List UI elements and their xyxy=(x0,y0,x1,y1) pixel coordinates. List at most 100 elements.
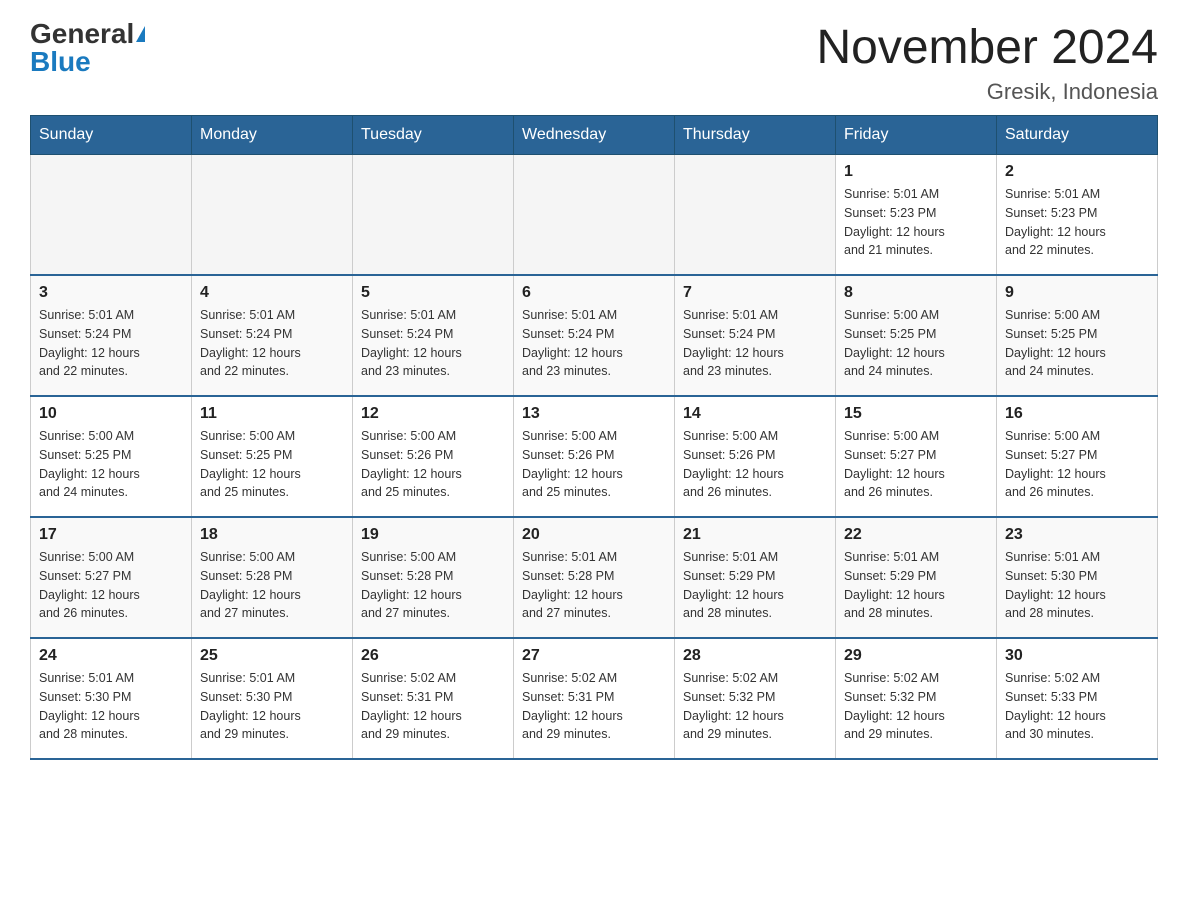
day-number: 4 xyxy=(200,284,344,302)
calendar-header-row: SundayMondayTuesdayWednesdayThursdayFrid… xyxy=(31,116,1158,155)
day-number: 17 xyxy=(39,526,183,544)
title-block: November 2024 Gresik, Indonesia xyxy=(816,20,1158,105)
day-info: Sunrise: 5:01 AMSunset: 5:29 PMDaylight:… xyxy=(683,548,827,623)
calendar-cell xyxy=(31,155,192,276)
day-info: Sunrise: 5:00 AMSunset: 5:28 PMDaylight:… xyxy=(200,548,344,623)
day-info: Sunrise: 5:00 AMSunset: 5:26 PMDaylight:… xyxy=(683,427,827,502)
day-info: Sunrise: 5:00 AMSunset: 5:25 PMDaylight:… xyxy=(844,306,988,381)
header-day-wednesday: Wednesday xyxy=(514,116,675,155)
calendar-cell xyxy=(514,155,675,276)
day-info: Sunrise: 5:00 AMSunset: 5:27 PMDaylight:… xyxy=(844,427,988,502)
day-info: Sunrise: 5:00 AMSunset: 5:25 PMDaylight:… xyxy=(1005,306,1149,381)
header-day-monday: Monday xyxy=(192,116,353,155)
calendar-cell: 15 Sunrise: 5:00 AMSunset: 5:27 PMDayligh… xyxy=(836,396,997,517)
day-number: 24 xyxy=(39,647,183,665)
day-info: Sunrise: 5:00 AMSunset: 5:26 PMDaylight:… xyxy=(522,427,666,502)
calendar-cell xyxy=(353,155,514,276)
day-number: 1 xyxy=(844,163,988,181)
calendar-cell: 25Sunrise: 5:01 AMSunset: 5:30 PMDayligh… xyxy=(192,638,353,759)
day-info: Sunrise: 5:00 AMSunset: 5:27 PMDaylight:… xyxy=(39,548,183,623)
calendar-title: November 2024 xyxy=(816,20,1158,75)
day-number: 9 xyxy=(1005,284,1149,302)
header-day-friday: Friday xyxy=(836,116,997,155)
calendar-week-5: 24 Sunrise: 5:01 AMSunset: 5:30 PMDayligh… xyxy=(31,638,1158,759)
day-number: 16 xyxy=(1005,405,1149,423)
calendar-cell: 12Sunrise: 5:00 AMSunset: 5:26 PMDayligh… xyxy=(353,396,514,517)
calendar-cell: 5Sunrise: 5:01 AMSunset: 5:24 PMDaylight… xyxy=(353,275,514,396)
day-info: Sunrise: 5:00 AMSunset: 5:27 PMDaylight:… xyxy=(1005,427,1149,502)
day-info: Sunrise: 5:01 AMSunset: 5:28 PMDaylight:… xyxy=(522,548,666,623)
day-info: Sunrise: 5:01 AMSunset: 5:30 PMDaylight:… xyxy=(39,669,183,744)
day-number: 20 xyxy=(522,526,666,544)
day-info: Sunrise: 5:01 AMSunset: 5:24 PMDaylight:… xyxy=(522,306,666,381)
day-info: Sunrise: 5:02 AMSunset: 5:31 PMDaylight:… xyxy=(522,669,666,744)
day-number: 3 xyxy=(39,284,183,302)
day-info: Sunrise: 5:00 AMSunset: 5:28 PMDaylight:… xyxy=(361,548,505,623)
day-number: 25 xyxy=(200,647,344,665)
calendar-week-2: 3 Sunrise: 5:01 AMSunset: 5:24 PMDaylight… xyxy=(31,275,1158,396)
calendar-week-4: 17 Sunrise: 5:00 AMSunset: 5:27 PMDayligh… xyxy=(31,517,1158,638)
calendar-cell: 23Sunrise: 5:01 AMSunset: 5:30 PMDayligh… xyxy=(997,517,1158,638)
calendar-cell xyxy=(192,155,353,276)
calendar-cell: 6 Sunrise: 5:01 AMSunset: 5:24 PMDaylight… xyxy=(514,275,675,396)
day-info: Sunrise: 5:02 AMSunset: 5:32 PMDaylight:… xyxy=(683,669,827,744)
day-info: Sunrise: 5:01 AMSunset: 5:24 PMDaylight:… xyxy=(683,306,827,381)
header-day-tuesday: Tuesday xyxy=(353,116,514,155)
calendar-cell: 28 Sunrise: 5:02 AMSunset: 5:32 PMDayligh… xyxy=(675,638,836,759)
day-number: 15 xyxy=(844,405,988,423)
day-info: Sunrise: 5:02 AMSunset: 5:31 PMDaylight:… xyxy=(361,669,505,744)
calendar-cell: 1 Sunrise: 5:01 AMSunset: 5:23 PMDaylight… xyxy=(836,155,997,276)
calendar-cell: 19 Sunrise: 5:00 AMSunset: 5:28 PMDayligh… xyxy=(353,517,514,638)
calendar-cell: 14 Sunrise: 5:00 AMSunset: 5:26 PMDayligh… xyxy=(675,396,836,517)
day-number: 7 xyxy=(683,284,827,302)
calendar-cell: 16 Sunrise: 5:00 AMSunset: 5:27 PMDayligh… xyxy=(997,396,1158,517)
day-number: 14 xyxy=(683,405,827,423)
day-info: Sunrise: 5:00 AMSunset: 5:25 PMDaylight:… xyxy=(200,427,344,502)
header-day-thursday: Thursday xyxy=(675,116,836,155)
day-number: 29 xyxy=(844,647,988,665)
day-number: 21 xyxy=(683,526,827,544)
calendar-cell: 26 Sunrise: 5:02 AMSunset: 5:31 PMDayligh… xyxy=(353,638,514,759)
day-number: 12 xyxy=(361,405,505,423)
calendar-cell: 27 Sunrise: 5:02 AMSunset: 5:31 PMDayligh… xyxy=(514,638,675,759)
calendar-cell: 4 Sunrise: 5:01 AMSunset: 5:24 PMDaylight… xyxy=(192,275,353,396)
calendar-cell: 24 Sunrise: 5:01 AMSunset: 5:30 PMDayligh… xyxy=(31,638,192,759)
calendar-week-1: 1 Sunrise: 5:01 AMSunset: 5:23 PMDaylight… xyxy=(31,155,1158,276)
day-info: Sunrise: 5:00 AMSunset: 5:25 PMDaylight:… xyxy=(39,427,183,502)
calendar-cell xyxy=(675,155,836,276)
calendar-cell: 3 Sunrise: 5:01 AMSunset: 5:24 PMDaylight… xyxy=(31,275,192,396)
day-number: 18 xyxy=(200,526,344,544)
logo-general-text: General xyxy=(30,20,134,48)
calendar-cell: 9 Sunrise: 5:00 AMSunset: 5:25 PMDaylight… xyxy=(997,275,1158,396)
calendar-cell: 8 Sunrise: 5:00 AMSunset: 5:25 PMDaylight… xyxy=(836,275,997,396)
day-info: Sunrise: 5:01 AMSunset: 5:23 PMDaylight:… xyxy=(844,185,988,260)
calendar-cell: 18 Sunrise: 5:00 AMSunset: 5:28 PMDayligh… xyxy=(192,517,353,638)
day-number: 27 xyxy=(522,647,666,665)
day-number: 26 xyxy=(361,647,505,665)
day-number: 8 xyxy=(844,284,988,302)
day-info: Sunrise: 5:02 AMSunset: 5:32 PMDaylight:… xyxy=(844,669,988,744)
day-number: 11 xyxy=(200,405,344,423)
day-info: Sunrise: 5:01 AMSunset: 5:24 PMDaylight:… xyxy=(200,306,344,381)
calendar-subtitle: Gresik, Indonesia xyxy=(816,79,1158,105)
day-number: 30 xyxy=(1005,647,1149,665)
logo-blue-text: Blue xyxy=(30,48,91,76)
calendar-cell: 21 Sunrise: 5:01 AMSunset: 5:29 PMDayligh… xyxy=(675,517,836,638)
day-info: Sunrise: 5:01 AMSunset: 5:30 PMDaylight:… xyxy=(1005,548,1149,623)
day-info: Sunrise: 5:01 AMSunset: 5:29 PMDaylight:… xyxy=(844,548,988,623)
calendar-cell: 30 Sunrise: 5:02 AMSunset: 5:33 PMDayligh… xyxy=(997,638,1158,759)
calendar-cell: 2Sunrise: 5:01 AMSunset: 5:23 PMDaylight… xyxy=(997,155,1158,276)
calendar-cell: 7 Sunrise: 5:01 AMSunset: 5:24 PMDaylight… xyxy=(675,275,836,396)
header-day-saturday: Saturday xyxy=(997,116,1158,155)
calendar-table: SundayMondayTuesdayWednesdayThursdayFrid… xyxy=(30,115,1158,760)
day-number: 13 xyxy=(522,405,666,423)
day-number: 5 xyxy=(361,284,505,302)
day-number: 6 xyxy=(522,284,666,302)
day-info: Sunrise: 5:02 AMSunset: 5:33 PMDaylight:… xyxy=(1005,669,1149,744)
day-number: 19 xyxy=(361,526,505,544)
logo-triangle-icon xyxy=(136,26,145,42)
day-number: 28 xyxy=(683,647,827,665)
calendar-cell: 20 Sunrise: 5:01 AMSunset: 5:28 PMDayligh… xyxy=(514,517,675,638)
day-number: 2 xyxy=(1005,163,1149,181)
day-info: Sunrise: 5:01 AMSunset: 5:24 PMDaylight:… xyxy=(39,306,183,381)
